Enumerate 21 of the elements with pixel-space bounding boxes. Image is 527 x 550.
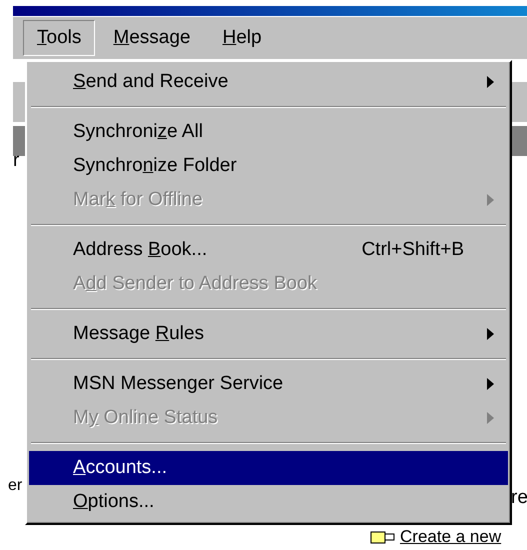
partial-text: r [13,150,20,172]
submenu-arrow-icon [487,76,494,88]
menu-bar-item[interactable]: Help [208,20,276,56]
menu-bar-item[interactable]: Tools [23,20,96,56]
menu-item[interactable]: Synchronize Folder [29,149,508,183]
menu-item[interactable]: Address Book... Ctrl+Shift+B [29,233,508,267]
submenu-arrow-icon [487,378,494,390]
menu-item[interactable]: Message Rules [29,317,508,351]
folder-icon [370,530,396,544]
menu-item[interactable]: MSN Messenger Service [29,367,508,401]
submenu-arrow-icon [487,328,494,340]
menu-item[interactable]: Send and Receive [29,65,508,99]
menu-item[interactable]: Accounts... [29,451,508,485]
menu-item[interactable]: Options... [29,485,508,519]
submenu-arrow-icon [487,194,494,206]
menu-item[interactable]: Synchronize All [29,115,508,149]
submenu-arrow-icon [487,412,494,424]
menu-bar-item[interactable]: Message [99,20,204,56]
partial-text: re [511,487,527,509]
create-link[interactable]: Create a new [370,527,502,547]
partial-text: er [8,477,22,495]
